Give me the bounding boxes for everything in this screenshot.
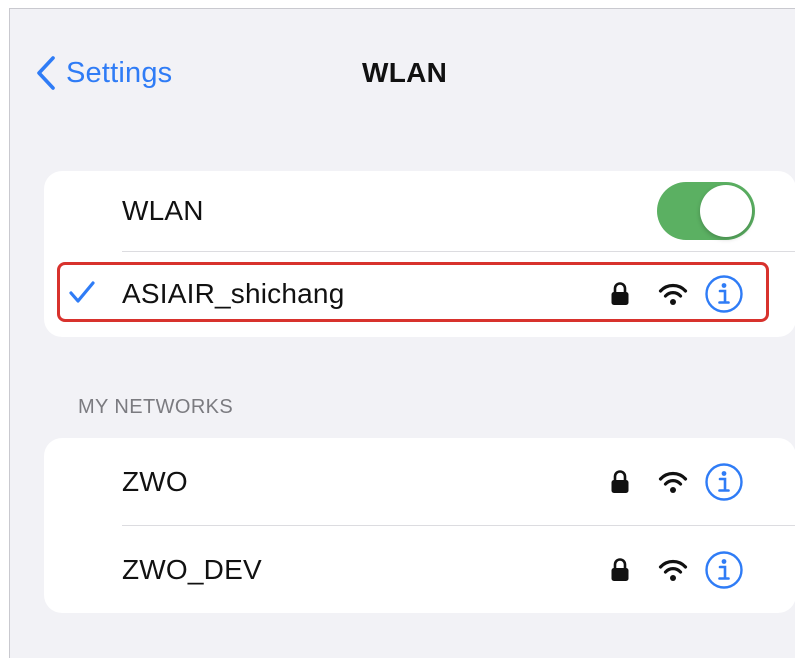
connected-network-row[interactable]: ASIAIR_shichang — [44, 252, 795, 336]
info-icon[interactable] — [688, 462, 744, 502]
back-button[interactable]: Settings — [36, 53, 172, 93]
page-title: WLAN — [362, 57, 448, 88]
lock-icon — [610, 557, 630, 583]
wifi-icon — [630, 282, 688, 306]
wlan-card: WLAN ASIAIR_shichang — [44, 171, 795, 337]
network-status-icons — [610, 274, 744, 314]
my-networks-header: MY NETWORKS — [78, 396, 234, 418]
network-row-zwo[interactable]: ZWO — [44, 438, 795, 525]
lock-icon — [610, 469, 630, 495]
wlan-toggle-row: WLAN — [44, 171, 795, 251]
wifi-icon — [630, 558, 688, 582]
my-networks-card: ZWO ZWO_DEV — [44, 438, 795, 613]
checkmark-icon — [68, 280, 96, 309]
chevron-left-icon — [36, 56, 56, 90]
network-status-icons — [610, 550, 744, 590]
wlan-toggle-switch[interactable] — [657, 182, 755, 240]
network-status-icons — [610, 462, 744, 502]
info-icon[interactable] — [688, 550, 744, 590]
wlan-toggle-label: WLAN — [122, 195, 204, 226]
wifi-icon — [630, 470, 688, 494]
back-button-label: Settings — [66, 56, 173, 89]
toggle-knob — [700, 185, 752, 237]
wlan-settings-screen: Settings WLAN WLAN ASIAIR_shichang MY NE… — [9, 8, 795, 658]
connected-network-name: ASIAIR_shichang — [122, 278, 345, 309]
network-name: ZWO_DEV — [122, 553, 262, 585]
network-row-zwo-dev[interactable]: ZWO_DEV — [44, 526, 795, 613]
network-name: ZWO — [122, 465, 188, 497]
info-icon[interactable] — [688, 274, 744, 314]
lock-icon — [610, 281, 630, 307]
